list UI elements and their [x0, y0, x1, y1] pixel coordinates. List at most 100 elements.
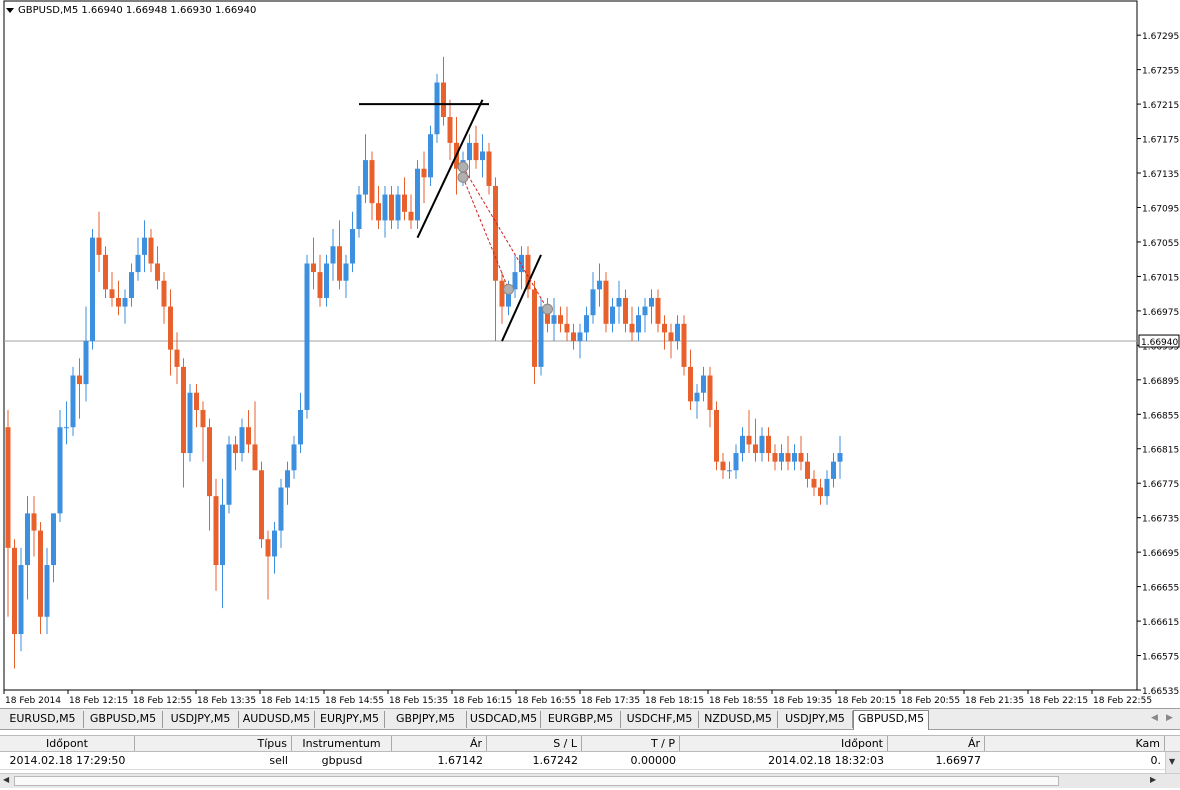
candle-body — [5, 427, 11, 548]
table-cell: 0. — [1150, 754, 1162, 767]
candle-body — [824, 478, 830, 497]
tab-eurusd-m5[interactable]: EURUSD,M5 — [2, 711, 84, 728]
tabs-scroll-right-icon[interactable]: ▶ — [1166, 713, 1173, 723]
y-tick-label: 1.66615 — [1142, 618, 1179, 628]
candle-body — [584, 315, 589, 333]
table-row[interactable]: 2014.02.18 17:29:50 sell gbpusd 1.67142 1.67… — [0, 752, 1180, 770]
table-cell: 1.66977 — [935, 754, 982, 767]
tab-usdjpy-m5[interactable]: USDJPY,M5 — [778, 711, 853, 728]
price-chart[interactable]: 1.67295 1.67255 1.67215 1.67175 1.67135 1.670… — [0, 0, 1180, 708]
table-cell: 2014.02.18 17:29:50 — [9, 754, 126, 767]
scroll-down-icon[interactable]: ▼ — [1169, 757, 1175, 766]
y-tick-label: 1.66655 — [1142, 584, 1179, 594]
column-header[interactable]: Időpont — [0, 736, 135, 751]
tab-nzdusd-m5[interactable]: NZDUSD,M5 — [699, 711, 778, 728]
candle-body — [298, 409, 303, 445]
candle-body — [818, 487, 823, 497]
candle-body — [564, 323, 570, 333]
tab-usdcad-m5[interactable]: USDCAD,M5 — [467, 711, 541, 728]
column-header[interactable]: S / L — [487, 736, 582, 751]
tab-eurgbp-m5[interactable]: EURGBP,M5 — [541, 711, 621, 728]
candle-body — [681, 323, 687, 367]
tab-gbpusd-m5[interactable]: GBPUSD,M5 — [853, 710, 929, 730]
table-cell: 0.00000 — [630, 754, 677, 767]
table-cell: 1.67242 — [532, 754, 579, 767]
y-tick-label: 1.67055 — [1142, 239, 1179, 249]
chart-frame — [3, 0, 1138, 691]
candle-body — [662, 323, 667, 333]
y-tick-label: 1.67175 — [1142, 136, 1179, 146]
candle-body — [701, 375, 706, 393]
x-tick-label: 18 Feb 22:15 — [1029, 696, 1088, 706]
candle-body — [369, 160, 375, 204]
candle-body — [597, 280, 602, 290]
candle-body — [51, 513, 56, 566]
candle-body — [798, 453, 804, 462]
symbol-dropdown-icon[interactable] — [6, 8, 14, 13]
column-header[interactable]: Kam — [985, 736, 1165, 751]
candle-body — [265, 539, 271, 557]
column-header[interactable]: Ár — [392, 736, 487, 751]
candle-body — [116, 297, 121, 307]
candle-body — [551, 315, 557, 324]
candle-body — [350, 229, 355, 264]
candle-body — [389, 194, 394, 221]
candle-body — [558, 315, 563, 324]
column-header[interactable]: Típus — [135, 736, 292, 751]
candle-body — [402, 194, 407, 212]
candle-body — [616, 297, 622, 307]
candle-body — [77, 375, 82, 385]
tab-usdjpy-m5[interactable]: USDJPY,M5 — [163, 711, 239, 728]
tabs-scroll-left-icon[interactable]: ◀ — [1151, 713, 1158, 723]
candle-body — [317, 272, 323, 298]
candle-body — [122, 297, 128, 307]
candle-body — [395, 194, 401, 221]
horizontal-scrollbar[interactable]: ◀ ▶ — [0, 773, 1180, 788]
candle-body — [668, 332, 674, 342]
candle-body — [272, 530, 277, 557]
terminal-header-row: Időpont Típus Instrumentum Ár S / LT / P Időp… — [0, 735, 1180, 752]
y-tick-label: 1.66575 — [1142, 653, 1179, 663]
tab-usdchf-m5[interactable]: USDCHF,M5 — [621, 711, 699, 728]
symbol-info: GBPUSD,M5 1.66940 1.66948 1.66930 1.6694… — [18, 5, 257, 16]
candle-body — [291, 444, 297, 471]
candle-body — [356, 194, 362, 230]
scroll-left-icon[interactable]: ◀ — [3, 775, 9, 784]
candle-body — [577, 332, 583, 342]
chart-area[interactable]: 1.67295 1.67255 1.67215 1.67175 1.67135 1.670… — [0, 0, 1180, 708]
candle-body — [213, 496, 219, 566]
candle-body — [421, 168, 427, 178]
scroll-thumb[interactable] — [14, 776, 1059, 786]
tab-gbpjpy-m5[interactable]: GBPJPY,M5 — [385, 711, 467, 728]
tab-gbpusd-m5[interactable]: GBPUSD,M5 — [84, 711, 163, 728]
scroll-right-icon[interactable]: ▶ — [1150, 775, 1156, 784]
candle-body — [18, 565, 24, 634]
candle-body — [447, 117, 453, 143]
tab-audusd-m5[interactable]: AUDUSD,M5 — [239, 711, 315, 728]
column-header[interactable]: Időpont — [680, 736, 888, 751]
candle-body — [792, 453, 797, 462]
column-header[interactable]: T / P — [582, 736, 680, 751]
candle-body — [811, 478, 817, 488]
tab-eurjpy-m5[interactable]: EURJPY,M5 — [315, 711, 385, 728]
candle-body — [629, 323, 635, 333]
candle-body — [343, 263, 349, 281]
vertical-scrollbar[interactable]: ▼ — [1165, 752, 1180, 773]
candle-body — [187, 392, 193, 454]
candle-body — [766, 435, 771, 454]
candle-body — [311, 263, 316, 273]
x-tick-label: 18 Feb 16:55 — [517, 696, 576, 706]
x-tick-label: 18 Feb 20:55 — [901, 696, 960, 706]
candle-body — [181, 366, 186, 454]
column-header[interactable]: Ár — [888, 736, 985, 751]
x-tick-label: 18 Feb 22:55 — [1093, 696, 1152, 706]
candle-body — [532, 289, 537, 367]
candle-body — [90, 237, 95, 342]
candle-body — [324, 263, 329, 298]
candle-body — [103, 254, 108, 290]
candle-body — [714, 409, 719, 462]
candle-body — [96, 237, 102, 255]
x-tick-label: 18 Feb 18:55 — [709, 696, 768, 706]
candle-body — [252, 444, 258, 471]
column-header[interactable]: Instrumentum — [292, 736, 392, 751]
